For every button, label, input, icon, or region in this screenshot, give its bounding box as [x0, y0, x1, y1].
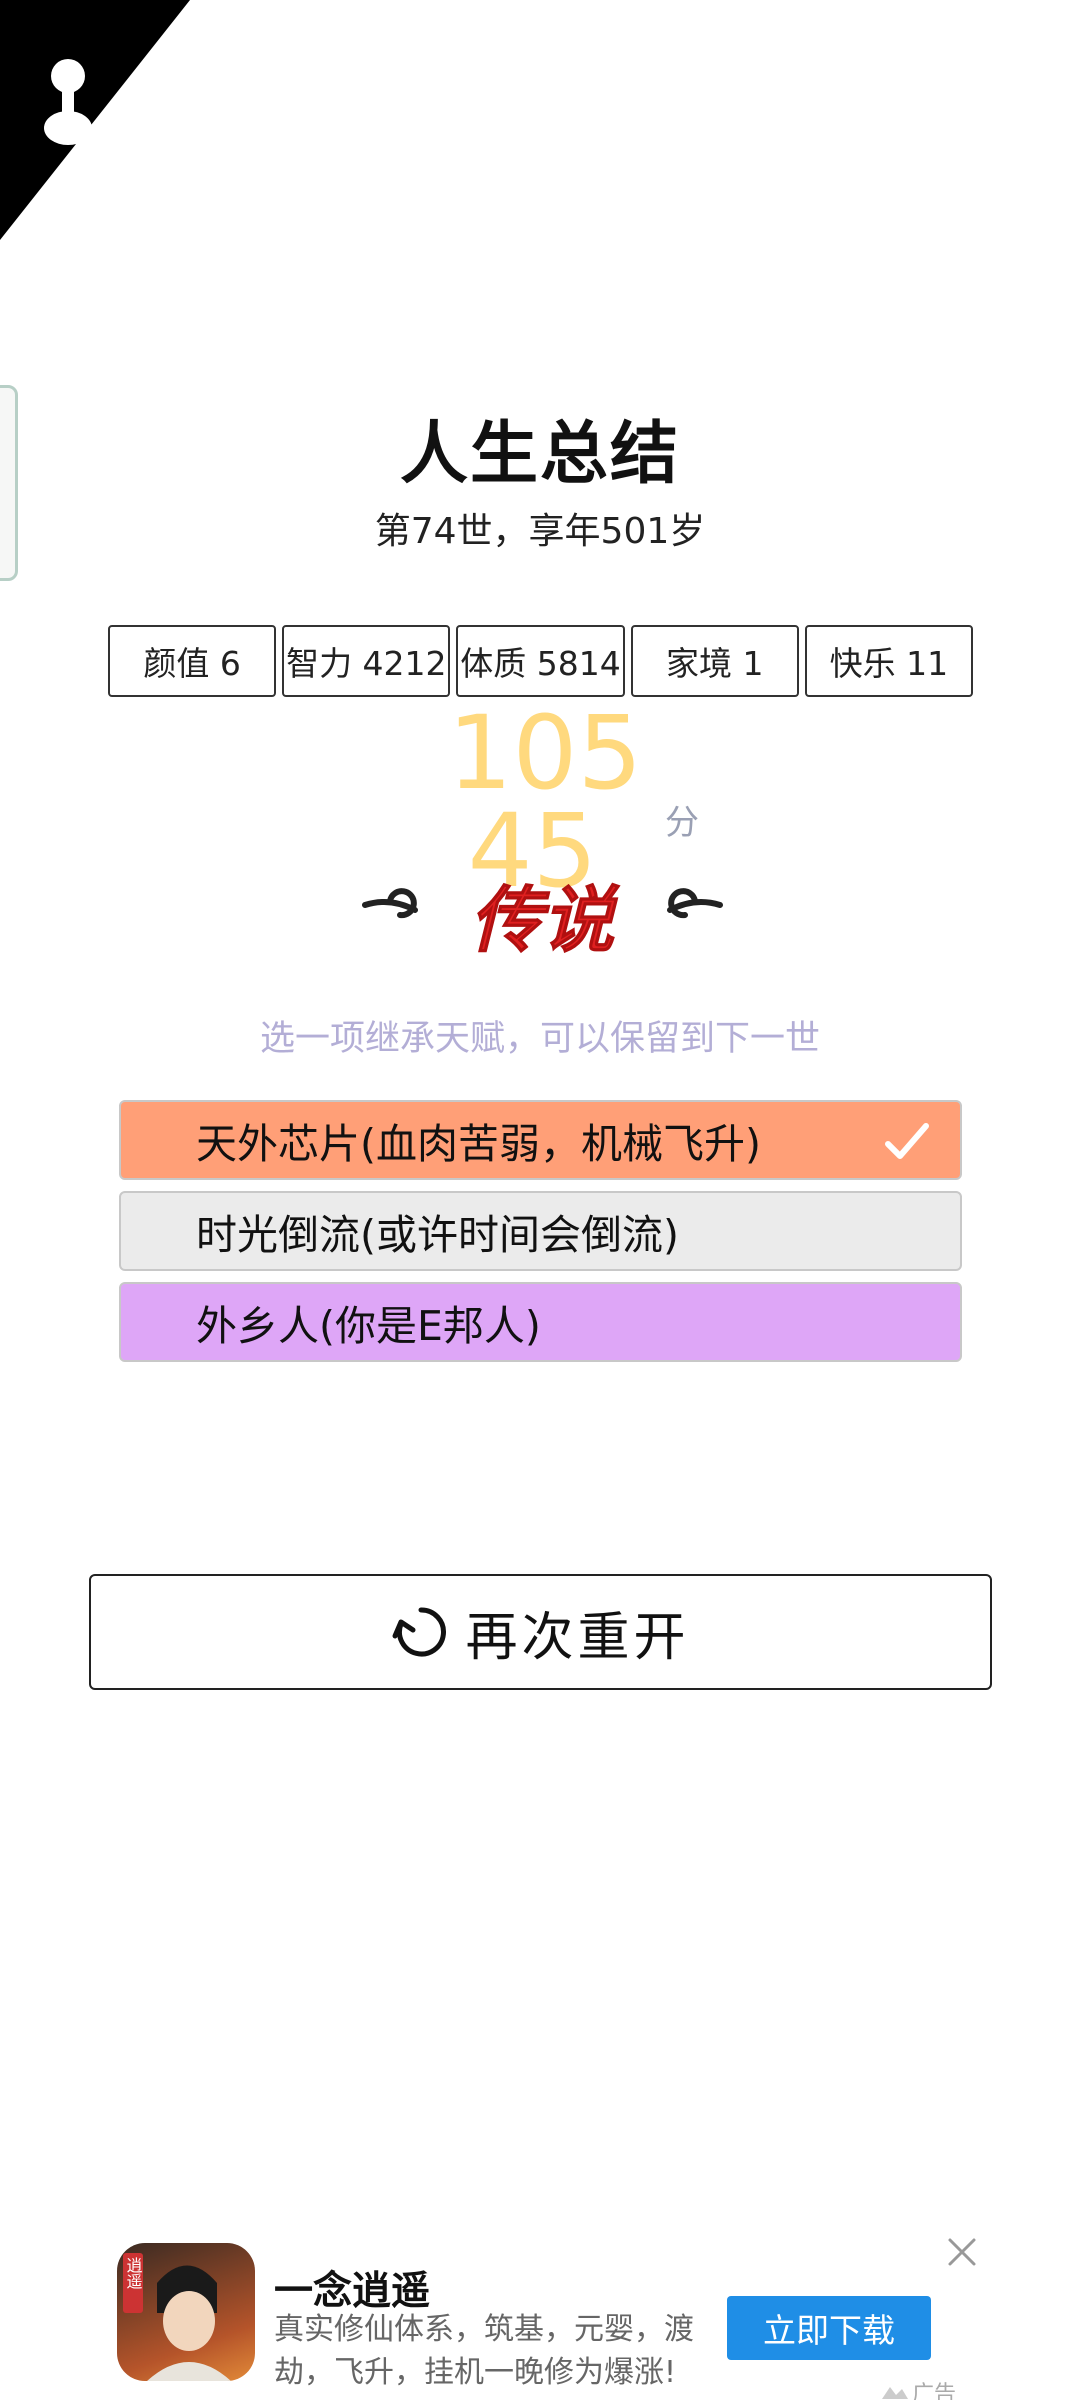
life-summary-screen: 人生总结 第74世，享年501岁 颜值 6 智力 4212 体质 5814 家境… — [0, 0, 1080, 2400]
talent-label: 时光倒流(或许时间会倒流) — [196, 1211, 679, 1259]
checkmark-icon — [885, 1123, 929, 1159]
stat-intelligence: 智力 4212 — [282, 625, 451, 697]
ad-banner[interactable]: 逍遥 一念逍遥 真实修仙体系，筑基，元婴，渡劫，飞升，挂机一晚修为爆涨! 立即下… — [0, 2220, 1080, 2400]
grade-badge: 传说 — [362, 877, 723, 963]
stat-appearance: 颜值 6 — [108, 625, 277, 697]
talent-label: 外乡人(你是E邦人) — [196, 1302, 541, 1350]
restart-button[interactable]: 再次重开 — [89, 1574, 992, 1690]
page-title: 人生总结 — [399, 415, 680, 494]
refresh-icon — [392, 1607, 447, 1657]
talent-label: 天外芯片(血肉苦弱，机械飞升) — [196, 1120, 761, 1168]
restart-label: 再次重开 — [465, 1607, 690, 1668]
talent-option-3[interactable]: 外乡人(你是E邦人) — [119, 1282, 962, 1362]
stat-family: 家境 1 — [630, 625, 799, 697]
talent-option-2[interactable]: 时光倒流(或许时间会倒流) — [119, 1191, 962, 1271]
app-icon[interactable]: 逍遥 — [117, 2243, 255, 2381]
ad-label: 广告 — [882, 2376, 956, 2400]
grade-text: 传说 — [470, 877, 620, 962]
ad-tag-text: 广告 — [912, 2382, 957, 2400]
talent-hint: 选一项继承天赋，可以保留到下一世 — [259, 1019, 820, 1059]
close-icon[interactable] — [942, 2232, 982, 2272]
stat-constitution: 体质 5814 — [456, 625, 625, 697]
talent-option-1[interactable]: 天外芯片(血肉苦弱，机械飞升) — [119, 1100, 962, 1180]
character-icon: 逍遥 — [123, 2253, 231, 2381]
app-icon-text: 逍遥 — [124, 2257, 143, 2290]
ad-logo-icon — [882, 2387, 908, 2399]
download-button[interactable]: 立即下载 — [727, 2296, 931, 2360]
attribute-stats: 颜值 6 智力 4212 体质 5814 家境 1 快乐 11 — [108, 625, 974, 697]
corner-decoration-icon — [0, 0, 190, 240]
total-score: 105 45 — [445, 703, 645, 903]
ad-description: 真实修仙体系，筑基，元婴，渡劫，飞升，挂机一晚修为爆涨! — [274, 2312, 694, 2390]
life-info: 第74世，享年501岁 — [374, 511, 706, 552]
stat-happiness: 快乐 11 — [804, 625, 974, 697]
score-unit: 分 — [665, 803, 699, 843]
